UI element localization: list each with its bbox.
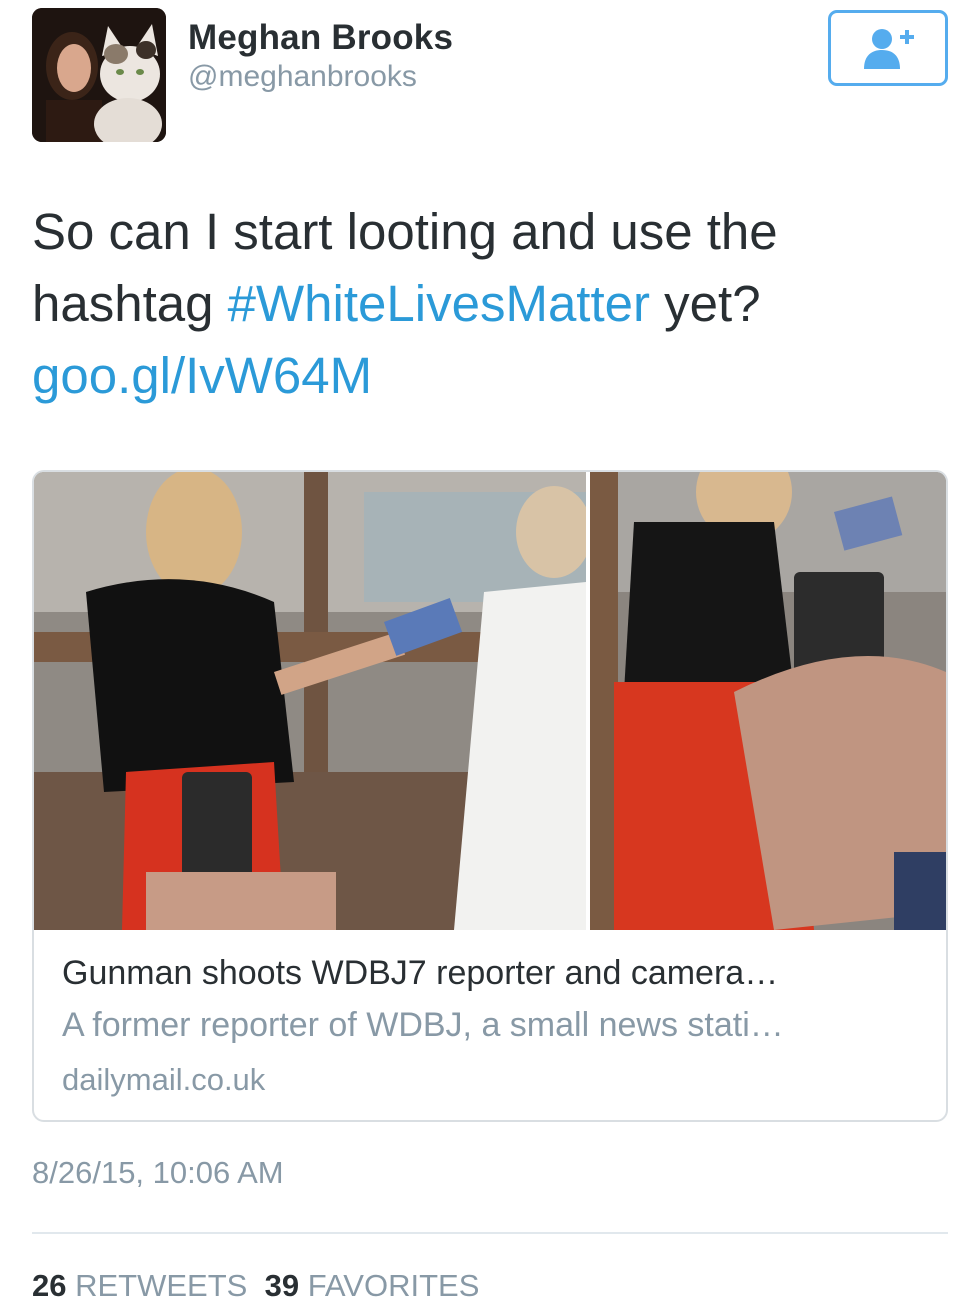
user-name[interactable]: Meghan Brooks (188, 18, 453, 58)
follow-button[interactable] (828, 10, 948, 86)
tweet-timestamp: 8/26/15, 10:06 AM (32, 1155, 284, 1190)
card-title[interactable]: Gunman shoots WDBJ7 reporter and camera… (62, 954, 922, 993)
user-handle[interactable]: @meghanbrooks (188, 60, 417, 94)
favorites-count: 39 (264, 1268, 300, 1303)
retweets-stat[interactable]: 26 RETWEETS (32, 1268, 247, 1303)
tweet-header: Meghan Brooks @meghanbrooks (32, 8, 948, 148)
card-image[interactable] (34, 472, 946, 930)
favorites-stat[interactable]: 39 FAVORITES (265, 1268, 480, 1303)
divider (32, 1232, 948, 1234)
favorites-label: FAVORITES (307, 1268, 480, 1303)
retweets-count: 26 (32, 1268, 67, 1303)
card-domain[interactable]: dailymail.co.uk (62, 1062, 265, 1098)
tweet-text-part2: yet? (650, 275, 761, 332)
add-user-icon (864, 29, 914, 69)
card-description: A former reporter of WDBJ, a small news … (62, 1006, 784, 1044)
avatar[interactable] (32, 8, 166, 142)
retweets-label: RETWEETS (75, 1268, 248, 1303)
tweet-stats: 26 RETWEETS 39 FAVORITES (32, 1268, 479, 1304)
tweet-text: So can I start looting and use the hasht… (32, 196, 952, 412)
link-preview-card[interactable]: Gunman shoots WDBJ7 reporter and camera…… (32, 470, 948, 1122)
hashtag-link[interactable]: #WhiteLivesMatter (228, 275, 650, 332)
tweet-url-link[interactable]: goo.gl/IvW64M (32, 347, 372, 404)
